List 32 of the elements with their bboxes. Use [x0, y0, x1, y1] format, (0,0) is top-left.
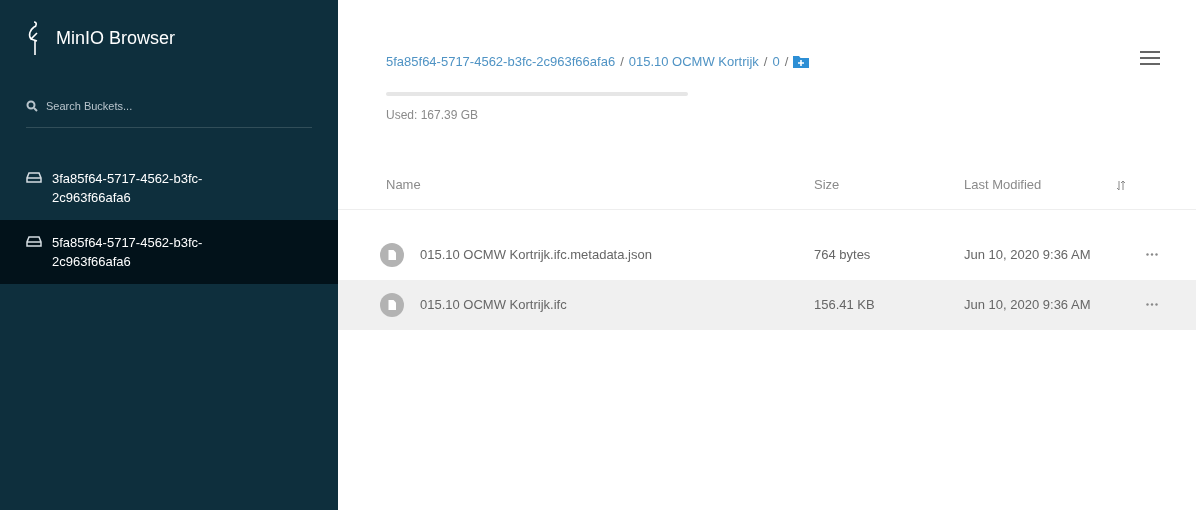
- search-field[interactable]: Search Buckets...: [46, 98, 286, 115]
- file-row[interactable]: 015.10 OCMW Kortrijk.ifc 156.41 KB Jun 10, 2020 9:36 AM: [338, 279, 1196, 330]
- breadcrumb-link[interactable]: 015.10 OCMW Kortrijk: [628, 52, 759, 72]
- search-icon: [26, 100, 38, 113]
- column-header[interactable]: Size: [814, 175, 964, 195]
- app-title: MinIO Browser: [56, 26, 176, 50]
- breadcrumb-separator: /: [784, 53, 789, 71]
- breadcrumb-link[interactable]: 0: [772, 52, 780, 72]
- drive-icon: [26, 171, 42, 183]
- breadcrumb-separator: /: [763, 53, 768, 71]
- add-folder-icon[interactable]: [793, 55, 810, 69]
- file-date: Jun 10, 2020 9:36 AM: [964, 245, 1092, 264]
- file-icon: [380, 292, 404, 317]
- breadcrumb-link[interactable]: 5fa85f64-5717-4562-b3fc-2c963f66afa6: [386, 52, 616, 72]
- drive-icon: [26, 235, 42, 247]
- file-name: 015.10 OCMW Kortrijk.ifc: [420, 295, 567, 314]
- menu-icon[interactable]: [1140, 50, 1160, 66]
- column-header[interactable]: Name: [338, 175, 814, 195]
- file-date: Jun 10, 2020 9:36 AM: [964, 295, 1092, 314]
- file-size: 156.41 KB: [814, 295, 876, 314]
- more-icon[interactable]: [1146, 303, 1158, 306]
- column-header[interactable]: Last Modified: [964, 175, 1116, 195]
- usage-text: Used: 167.39 GB: [386, 106, 480, 124]
- file-name: 015.10 OCMW Kortrijk.ifc.metadata.json: [420, 245, 652, 264]
- file-size: 764 bytes: [814, 245, 872, 264]
- more-icon[interactable]: [1146, 253, 1158, 256]
- file-icon: [380, 242, 404, 267]
- bucket-name: 3fa85f64-5717-4562-b3fc-2c963f66afa6: [52, 169, 204, 207]
- breadcrumb-separator: /: [620, 53, 624, 71]
- sort-icon[interactable]: [1116, 179, 1126, 191]
- bucket-item[interactable]: 5fa85f64-5717-4562-b3fc-2c963f66afa6: [0, 219, 338, 284]
- bucket-name: 5fa85f64-5717-4562-b3fc-2c963f66afa6: [52, 233, 204, 271]
